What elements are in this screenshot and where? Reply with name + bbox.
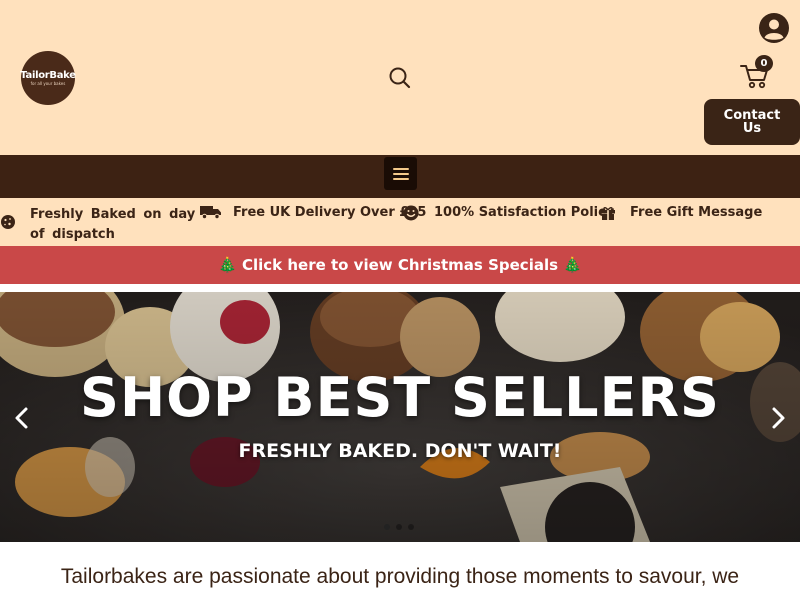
feature-free-delivery: Free UK Delivery Over £35	[233, 205, 427, 220]
hero-title: SHOP BEST SELLERS	[80, 366, 720, 429]
slider-pagination	[384, 524, 418, 532]
hero-slider: SHOP BEST SELLERS FRESHLY BAKED. DON'T W…	[0, 292, 800, 542]
slider-dot-2[interactable]	[396, 524, 402, 530]
cart-count-badge: 0	[755, 55, 773, 72]
smile-icon	[403, 205, 419, 225]
logo-tagline: for all your bakes	[30, 81, 66, 86]
site-logo[interactable]: TailorBake for all your bakes	[20, 51, 76, 105]
logo-name: TailorBake	[20, 70, 76, 81]
intro-paragraph: Tailorbakes are passionate about providi…	[60, 565, 740, 588]
site-header: TailorBake for all your bakes 0 Contact …	[0, 0, 800, 155]
feature-satisfaction: 100% Satisfaction Policy	[434, 205, 615, 220]
search-icon[interactable]	[387, 65, 413, 91]
christmas-specials-link[interactable]: 🎄 Click here to view Christmas Specials …	[0, 246, 800, 284]
feature-gift-message: Free Gift Message	[630, 205, 763, 220]
feature-freshly-baked: Freshly Baked on day of dispatch	[30, 207, 196, 242]
slider-dot-3[interactable]	[408, 524, 414, 530]
gift-icon	[600, 205, 616, 225]
contact-us-button[interactable]: Contact Us	[704, 99, 800, 145]
slider-prev-arrow-icon[interactable]	[12, 404, 32, 432]
main-nav	[0, 155, 800, 198]
features-strip: Freshly Baked on day of dispatch Free UK…	[0, 198, 800, 246]
slider-next-arrow-icon[interactable]	[768, 404, 788, 432]
slider-dot-1[interactable]	[384, 524, 390, 530]
account-icon[interactable]	[758, 12, 790, 44]
cookie-icon	[0, 214, 16, 234]
hero-subtitle: FRESHLY BAKED. DON'T WAIT!	[238, 440, 562, 462]
truck-icon	[200, 205, 222, 223]
hamburger-menu-icon[interactable]	[384, 157, 417, 190]
